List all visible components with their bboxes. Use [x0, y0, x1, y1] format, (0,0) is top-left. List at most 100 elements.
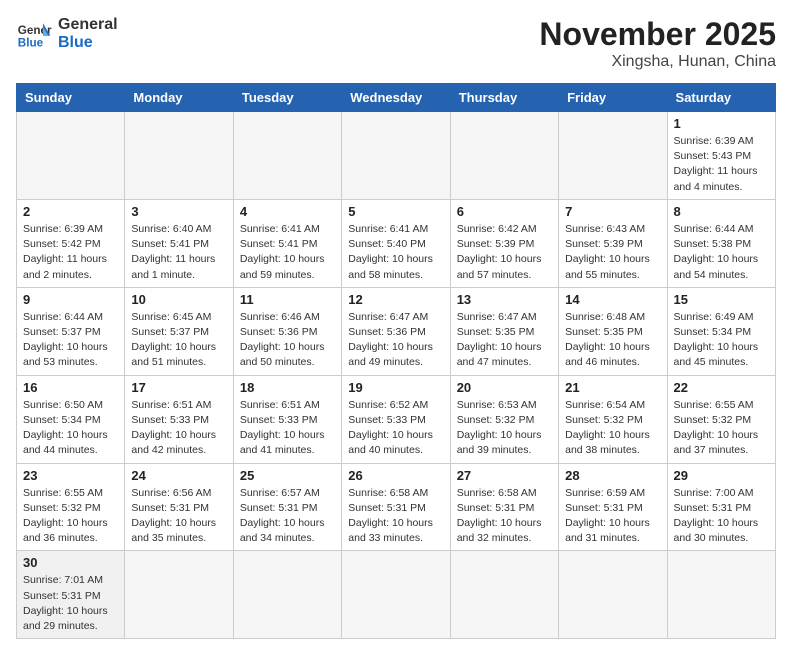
- calendar-week-0: 1Sunrise: 6:39 AM Sunset: 5:43 PM Daylig…: [17, 112, 776, 200]
- calendar-cell: 4Sunrise: 6:41 AM Sunset: 5:41 PM Daylig…: [233, 199, 341, 287]
- day-info: Sunrise: 6:51 AM Sunset: 5:33 PM Dayligh…: [131, 398, 226, 459]
- calendar-cell: [559, 551, 667, 639]
- day-info: Sunrise: 6:53 AM Sunset: 5:32 PM Dayligh…: [457, 398, 552, 459]
- day-info: Sunrise: 7:00 AM Sunset: 5:31 PM Dayligh…: [674, 486, 769, 547]
- day-number: 8: [674, 204, 769, 219]
- calendar-cell: 25 Sunrise: 6:57 AM Sunset: 5:31 PM Dayli…: [233, 463, 341, 551]
- calendar-cell: 15Sunrise: 6:49 AM Sunset: 5:34 PM Dayli…: [667, 287, 775, 375]
- day-info: Sunrise: 6:47 AM Sunset: 5:35 PM Dayligh…: [457, 310, 552, 371]
- calendar-week-5: 30Sunrise: 7:01 AM Sunset: 5:31 PM Dayli…: [17, 551, 776, 639]
- day-number: 13: [457, 292, 552, 307]
- calendar-cell: 26Sunrise: 6:58 AM Sunset: 5:31 PM Dayli…: [342, 463, 450, 551]
- day-number: 1: [674, 116, 769, 131]
- calendar-cell: 13 Sunrise: 6:47 AM Sunset: 5:35 PM Dayli…: [450, 287, 558, 375]
- calendar-subtitle: Xingsha, Hunan, China: [539, 53, 776, 71]
- calendar-cell: 14 Sunrise: 6:48 AM Sunset: 5:35 PM Dayli…: [559, 287, 667, 375]
- calendar-cell: 19 Sunrise: 6:52 AM Sunset: 5:33 PM Dayli…: [342, 375, 450, 463]
- weekday-header-friday: Friday: [559, 84, 667, 112]
- day-number: 6: [457, 204, 552, 219]
- day-number: 11: [240, 292, 335, 307]
- calendar-cell: 11 Sunrise: 6:46 AM Sunset: 5:36 PM Dayli…: [233, 287, 341, 375]
- day-info: Sunrise: 6:42 AM Sunset: 5:39 PM Dayligh…: [457, 222, 552, 283]
- calendar-cell: 28Sunrise: 6:59 AM Sunset: 5:31 PM Dayli…: [559, 463, 667, 551]
- day-number: 16: [23, 380, 118, 395]
- day-number: 19: [348, 380, 443, 395]
- calendar-cell: [125, 112, 233, 200]
- day-info: Sunrise: 6:45 AM Sunset: 5:37 PM Dayligh…: [131, 310, 226, 371]
- calendar-body: 1Sunrise: 6:39 AM Sunset: 5:43 PM Daylig…: [17, 112, 776, 639]
- calendar-cell: 3 Sunrise: 6:40 AM Sunset: 5:41 PM Daylig…: [125, 199, 233, 287]
- day-info: Sunrise: 6:46 AM Sunset: 5:36 PM Dayligh…: [240, 310, 335, 371]
- day-number: 22: [674, 380, 769, 395]
- day-number: 14: [565, 292, 660, 307]
- day-number: 27: [457, 468, 552, 483]
- weekday-header-tuesday: Tuesday: [233, 84, 341, 112]
- calendar-week-2: 9 Sunrise: 6:44 AM Sunset: 5:37 PM Daylig…: [17, 287, 776, 375]
- day-info: Sunrise: 6:44 AM Sunset: 5:38 PM Dayligh…: [674, 222, 769, 283]
- calendar-cell: 9 Sunrise: 6:44 AM Sunset: 5:37 PM Daylig…: [17, 287, 125, 375]
- day-number: 24: [131, 468, 226, 483]
- day-info: Sunrise: 6:52 AM Sunset: 5:33 PM Dayligh…: [348, 398, 443, 459]
- day-number: 9: [23, 292, 118, 307]
- calendar-cell: 10 Sunrise: 6:45 AM Sunset: 5:37 PM Dayli…: [125, 287, 233, 375]
- weekday-header-row: SundayMondayTuesdayWednesdayThursdayFrid…: [17, 84, 776, 112]
- calendar-header: SundayMondayTuesdayWednesdayThursdayFrid…: [17, 84, 776, 112]
- day-info: Sunrise: 6:40 AM Sunset: 5:41 PM Dayligh…: [131, 222, 226, 283]
- day-number: 15: [674, 292, 769, 307]
- calendar-cell: [559, 112, 667, 200]
- calendar-cell: 22Sunrise: 6:55 AM Sunset: 5:32 PM Dayli…: [667, 375, 775, 463]
- day-number: 20: [457, 380, 552, 395]
- calendar-cell: 30Sunrise: 7:01 AM Sunset: 5:31 PM Dayli…: [17, 551, 125, 639]
- calendar-cell: 7Sunrise: 6:43 AM Sunset: 5:39 PM Daylig…: [559, 199, 667, 287]
- calendar-week-1: 2Sunrise: 6:39 AM Sunset: 5:42 PM Daylig…: [17, 199, 776, 287]
- calendar-cell: 2Sunrise: 6:39 AM Sunset: 5:42 PM Daylig…: [17, 199, 125, 287]
- weekday-header-monday: Monday: [125, 84, 233, 112]
- day-info: Sunrise: 6:59 AM Sunset: 5:31 PM Dayligh…: [565, 486, 660, 547]
- day-number: 10: [131, 292, 226, 307]
- day-info: Sunrise: 6:47 AM Sunset: 5:36 PM Dayligh…: [348, 310, 443, 371]
- logo-icon: General Blue: [16, 16, 52, 52]
- calendar-cell: 24 Sunrise: 6:56 AM Sunset: 5:31 PM Dayli…: [125, 463, 233, 551]
- calendar-week-4: 23 Sunrise: 6:55 AM Sunset: 5:32 PM Dayli…: [17, 463, 776, 551]
- calendar-cell: 12 Sunrise: 6:47 AM Sunset: 5:36 PM Dayli…: [342, 287, 450, 375]
- day-info: Sunrise: 6:44 AM Sunset: 5:37 PM Dayligh…: [23, 310, 118, 371]
- day-info: Sunrise: 6:57 AM Sunset: 5:31 PM Dayligh…: [240, 486, 335, 547]
- day-number: 23: [23, 468, 118, 483]
- day-info: Sunrise: 7:01 AM Sunset: 5:31 PM Dayligh…: [23, 573, 118, 634]
- day-number: 18: [240, 380, 335, 395]
- logo-general: General: [58, 16, 118, 34]
- day-number: 12: [348, 292, 443, 307]
- day-number: 7: [565, 204, 660, 219]
- calendar-cell: 23 Sunrise: 6:55 AM Sunset: 5:32 PM Dayli…: [17, 463, 125, 551]
- day-number: 4: [240, 204, 335, 219]
- calendar-cell: 17 Sunrise: 6:51 AM Sunset: 5:33 PM Dayli…: [125, 375, 233, 463]
- calendar-cell: [233, 112, 341, 200]
- calendar-cell: [450, 551, 558, 639]
- day-number: 17: [131, 380, 226, 395]
- calendar-cell: [125, 551, 233, 639]
- calendar-cell: 21Sunrise: 6:54 AM Sunset: 5:32 PM Dayli…: [559, 375, 667, 463]
- day-number: 25: [240, 468, 335, 483]
- day-number: 3: [131, 204, 226, 219]
- calendar-cell: 6 Sunrise: 6:42 AM Sunset: 5:39 PM Daylig…: [450, 199, 558, 287]
- day-info: Sunrise: 6:48 AM Sunset: 5:35 PM Dayligh…: [565, 310, 660, 371]
- day-number: 2: [23, 204, 118, 219]
- day-number: 5: [348, 204, 443, 219]
- page-header: General Blue General Blue November 2025 …: [16, 16, 776, 71]
- calendar-cell: 18Sunrise: 6:51 AM Sunset: 5:33 PM Dayli…: [233, 375, 341, 463]
- weekday-header-thursday: Thursday: [450, 84, 558, 112]
- calendar-cell: [450, 112, 558, 200]
- day-info: Sunrise: 6:41 AM Sunset: 5:40 PM Dayligh…: [348, 222, 443, 283]
- title-block: November 2025 Xingsha, Hunan, China: [539, 16, 776, 71]
- day-info: Sunrise: 6:50 AM Sunset: 5:34 PM Dayligh…: [23, 398, 118, 459]
- calendar-table: SundayMondayTuesdayWednesdayThursdayFrid…: [16, 83, 776, 639]
- day-number: 26: [348, 468, 443, 483]
- day-number: 29: [674, 468, 769, 483]
- day-info: Sunrise: 6:56 AM Sunset: 5:31 PM Dayligh…: [131, 486, 226, 547]
- day-info: Sunrise: 6:55 AM Sunset: 5:32 PM Dayligh…: [23, 486, 118, 547]
- calendar-cell: 29 Sunrise: 7:00 AM Sunset: 5:31 PM Dayli…: [667, 463, 775, 551]
- calendar-cell: [342, 551, 450, 639]
- calendar-cell: 1Sunrise: 6:39 AM Sunset: 5:43 PM Daylig…: [667, 112, 775, 200]
- weekday-header-wednesday: Wednesday: [342, 84, 450, 112]
- day-info: Sunrise: 6:58 AM Sunset: 5:31 PM Dayligh…: [457, 486, 552, 547]
